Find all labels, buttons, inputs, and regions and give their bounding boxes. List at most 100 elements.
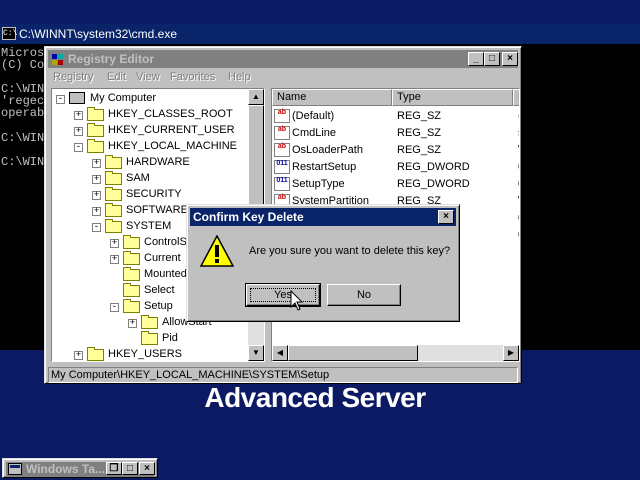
expand-icon[interactable]: + xyxy=(74,111,83,120)
value-data: 0 xyxy=(518,229,519,241)
close-button[interactable]: × xyxy=(502,52,518,66)
dialog-close-button[interactable]: × xyxy=(438,210,454,224)
folder-icon xyxy=(123,283,140,297)
value-type: REG_DWORD xyxy=(397,161,470,173)
folder-icon xyxy=(105,203,122,217)
window-icon xyxy=(8,463,22,475)
column-header-data[interactable]: D xyxy=(513,89,519,106)
folder-open-icon xyxy=(123,299,140,313)
console-line: (C) Co xyxy=(1,58,45,72)
confirm-dialog[interactable]: Confirm Key Delete × Are you sure you wa… xyxy=(186,204,460,322)
collapse-icon[interactable]: - xyxy=(74,143,83,152)
close-icon: × xyxy=(507,53,513,64)
value-type: REG_DWORD xyxy=(397,178,470,190)
dword-value-icon: 011 xyxy=(274,177,290,191)
scroll-down-button[interactable]: ▼ xyxy=(248,345,264,361)
folder-icon xyxy=(87,347,104,361)
folder-icon xyxy=(105,155,122,169)
expand-icon[interactable]: + xyxy=(92,175,101,184)
folder-icon xyxy=(123,235,140,249)
tree-node-label: HKEY_USERS xyxy=(108,348,182,360)
scroll-thumb[interactable] xyxy=(288,345,418,361)
folder-icon xyxy=(141,315,158,329)
scroll-up-button[interactable]: ▲ xyxy=(248,89,264,105)
value-type: REG_SZ xyxy=(397,127,442,139)
regedit-titlebar[interactable]: Registry Editor _ □ × xyxy=(48,50,518,68)
expand-icon[interactable]: + xyxy=(74,127,83,136)
expand-icon[interactable]: + xyxy=(92,191,101,200)
value-row[interactable]: 011 SetupType REG_DWORD 0 xyxy=(274,176,519,193)
console-line: C:\WIN xyxy=(1,155,45,169)
folder-icon xyxy=(87,123,104,137)
value-data: \ xyxy=(518,195,519,207)
folder-icon xyxy=(123,251,140,265)
expand-icon[interactable]: + xyxy=(110,239,119,248)
value-data: 0 xyxy=(518,212,519,224)
console-line: operab xyxy=(1,106,45,120)
tree-node-label: HKEY_LOCAL_MACHINE xyxy=(108,140,237,152)
column-header-type[interactable]: Type xyxy=(392,89,513,106)
column-header-name[interactable]: Name xyxy=(272,89,392,106)
folder-icon xyxy=(141,331,158,345)
collapse-icon[interactable]: - xyxy=(92,223,101,232)
scroll-left-button[interactable]: ◀ xyxy=(272,345,288,361)
collapse-icon[interactable]: - xyxy=(110,303,119,312)
cmd-titlebar[interactable]: C:\ C:\WINNT\system32\cmd.exe xyxy=(0,24,640,44)
no-button[interactable]: No xyxy=(327,284,401,306)
expand-icon[interactable]: + xyxy=(74,351,83,360)
value-row[interactable]: ab (Default) REG_SZ ( xyxy=(274,108,519,125)
menu-favorites[interactable]: Favorites xyxy=(170,71,215,83)
yes-button[interactable]: Yes xyxy=(245,283,321,307)
tree-node-label: HKEY_CLASSES_ROOT xyxy=(108,108,233,120)
folder-icon xyxy=(105,187,122,201)
list-horizontal-scrollbar[interactable]: ◀ ▶ xyxy=(272,345,519,361)
value-name: OsLoaderPath xyxy=(292,144,363,156)
close-button[interactable]: × xyxy=(139,462,155,475)
tree-node-label: Setup xyxy=(144,300,173,312)
maximize-icon: □ xyxy=(488,53,496,64)
tree-node-label: SECURITY xyxy=(126,188,182,200)
expand-icon[interactable]: + xyxy=(92,207,101,216)
menu-help[interactable]: Help xyxy=(228,71,251,83)
value-name: RestartSetup xyxy=(292,161,357,173)
tree-node-label: ControlS xyxy=(144,236,187,248)
value-name: SetupType xyxy=(292,178,345,190)
focus-rect xyxy=(250,288,316,302)
value-row[interactable]: ab OsLoaderPath REG_SZ \ xyxy=(274,142,519,159)
warning-icon xyxy=(200,235,234,267)
value-data: s xyxy=(518,127,519,139)
expand-icon[interactable]: + xyxy=(110,255,119,264)
tree-node-label: Mounted xyxy=(144,268,187,280)
arrow-left-icon: ◀ xyxy=(276,348,284,357)
expand-icon[interactable]: + xyxy=(128,319,137,328)
collapse-icon[interactable]: - xyxy=(56,95,65,104)
tree-node-label: My Computer xyxy=(90,92,157,104)
arrow-up-icon: ▲ xyxy=(252,92,260,101)
minimize-icon: _ xyxy=(473,53,479,64)
value-row[interactable]: 011 RestartSetup REG_DWORD 0 xyxy=(274,159,519,176)
menu-edit[interactable]: Edit xyxy=(107,71,126,83)
menu-registry[interactable]: Registry xyxy=(53,71,93,83)
banner-text: Advanced Server xyxy=(204,382,426,413)
scroll-right-button[interactable]: ▶ xyxy=(503,345,519,361)
arrow-right-icon: ▶ xyxy=(507,348,515,357)
minimized-titlebar[interactable]: Windows Ta... ❐ □ × xyxy=(6,462,155,476)
maximize-button[interactable]: □ xyxy=(122,462,138,475)
menu-view[interactable]: View xyxy=(136,71,160,83)
close-icon: × xyxy=(443,211,449,222)
value-row[interactable]: ab CmdLine REG_SZ s xyxy=(274,125,519,142)
restore-button[interactable]: ❐ xyxy=(106,462,122,475)
maximize-button[interactable]: □ xyxy=(484,52,500,66)
no-button-label: No xyxy=(356,289,372,301)
expand-icon[interactable]: + xyxy=(92,159,101,168)
value-data: \ xyxy=(518,144,519,156)
dialog-message: Are you sure you want to delete this key… xyxy=(249,245,451,257)
menu-bar: Registry Edit View Favorites Help xyxy=(48,69,518,87)
restore-icon: ❐ xyxy=(109,463,119,474)
dialog-titlebar[interactable]: Confirm Key Delete × xyxy=(190,208,456,226)
minimized-window[interactable]: Windows Ta... ❐ □ × xyxy=(2,458,158,478)
minimize-button[interactable]: _ xyxy=(468,52,484,66)
arrow-down-icon: ▼ xyxy=(252,348,260,357)
close-icon: × xyxy=(144,463,150,474)
tree-node-label: Pid xyxy=(162,332,178,344)
